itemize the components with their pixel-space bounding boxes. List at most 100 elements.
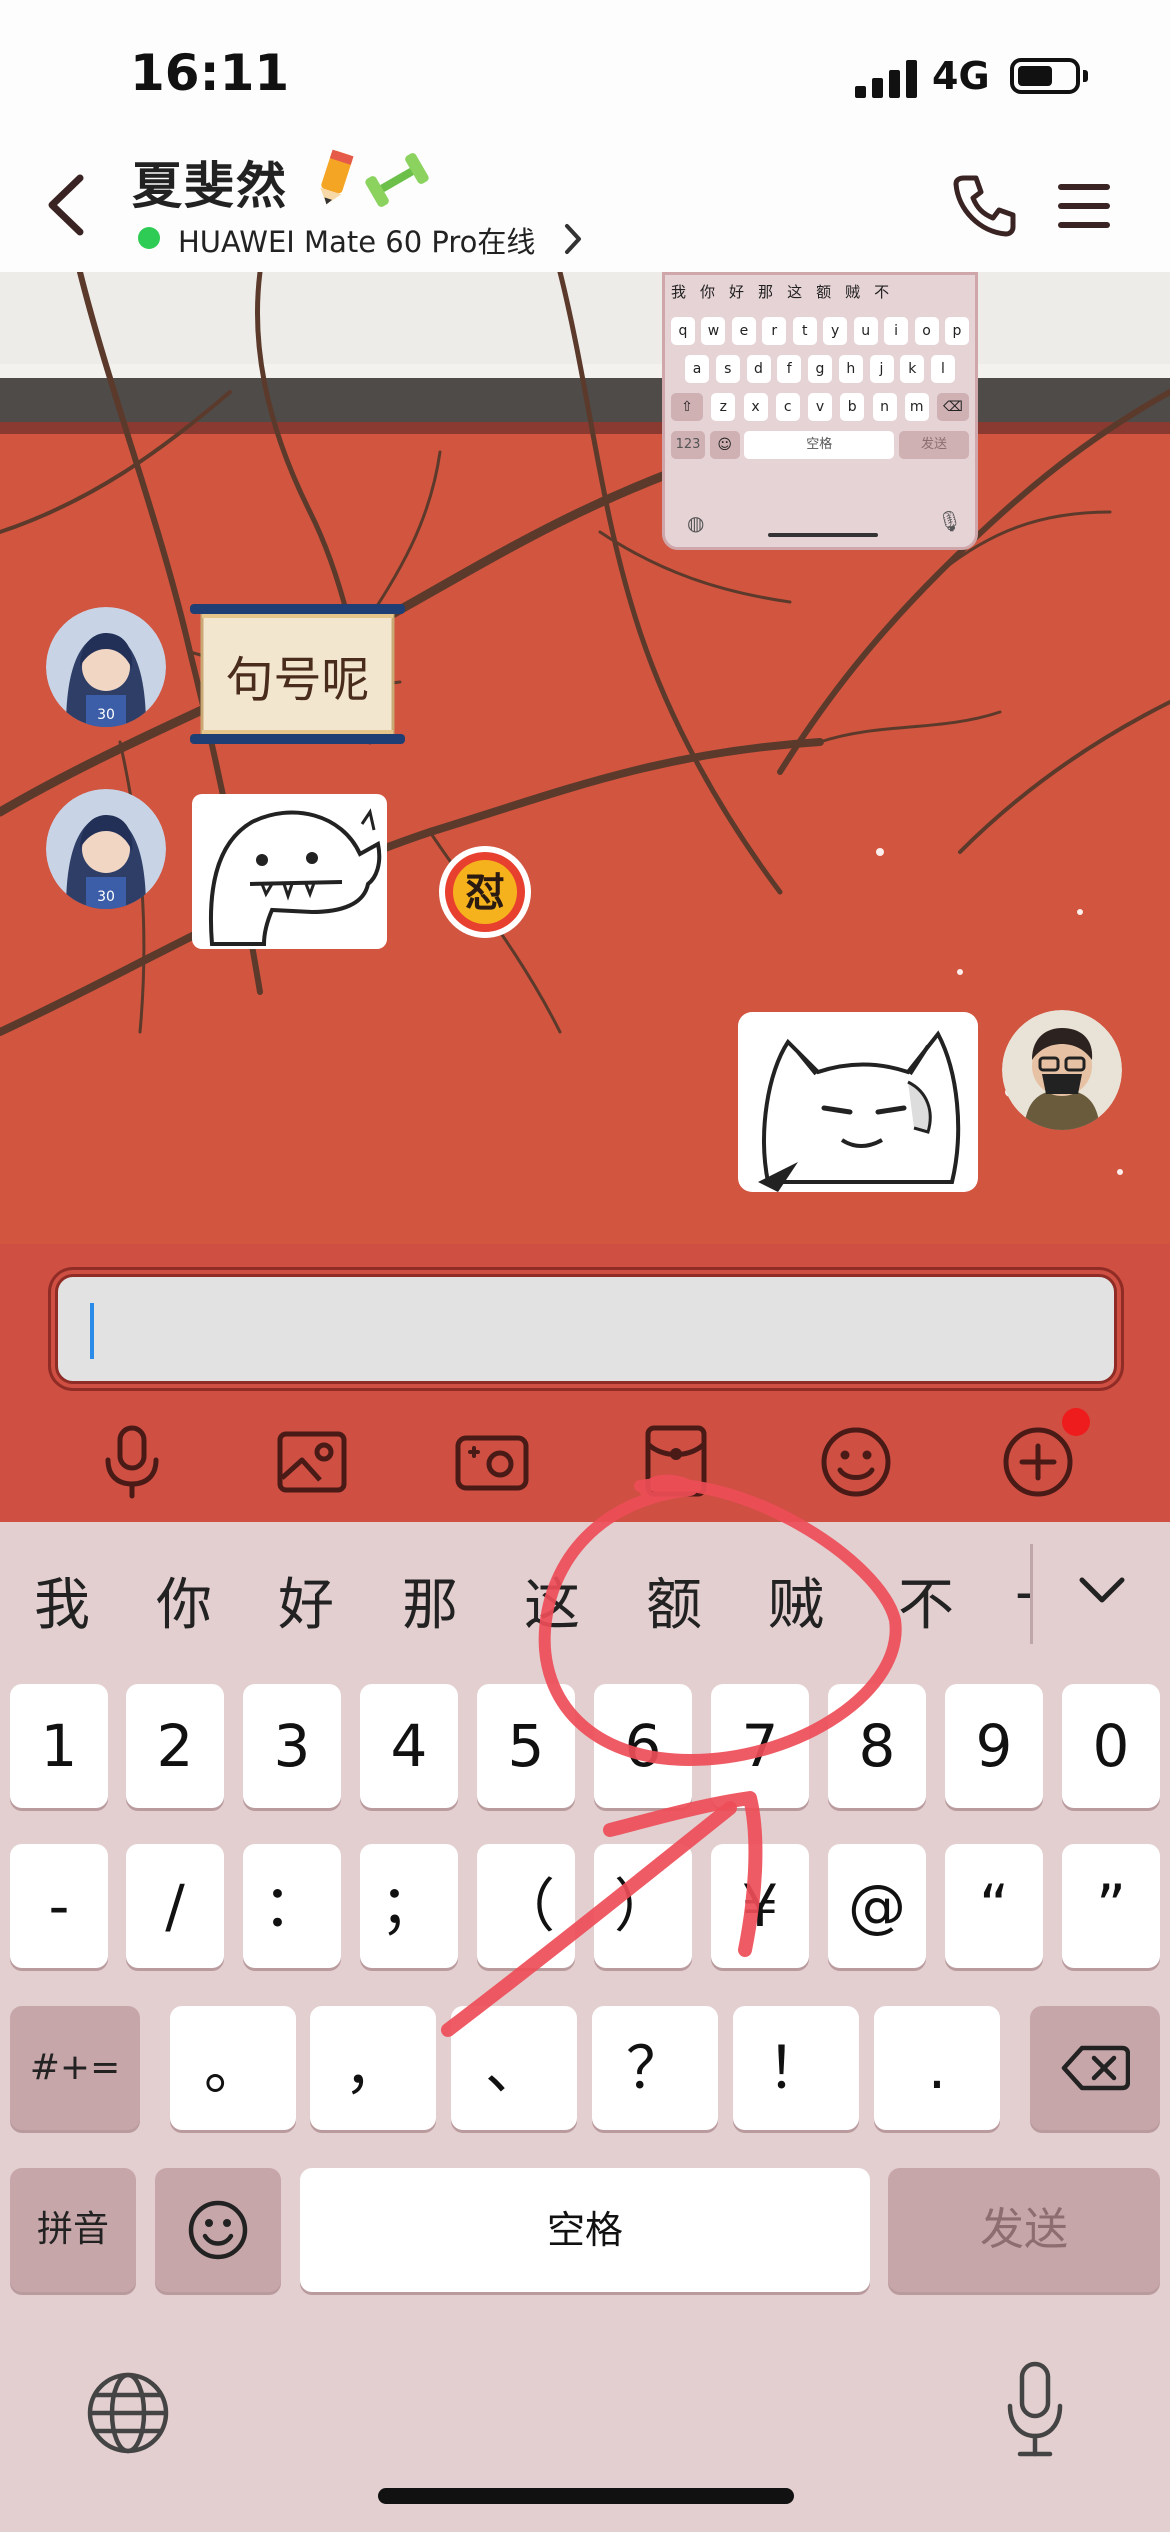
- menu-button[interactable]: [1058, 184, 1110, 228]
- candidate-word[interactable]: 我: [34, 1560, 90, 1641]
- emoji-key[interactable]: [155, 2168, 281, 2292]
- contact-avatar[interactable]: 30: [46, 789, 166, 909]
- mini-key: w: [701, 317, 726, 345]
- candidate-word[interactable]: 那: [402, 1560, 458, 1641]
- key-left-paren[interactable]: （: [477, 1844, 575, 1968]
- key-1[interactable]: 1: [10, 1684, 108, 1808]
- call-button[interactable]: [950, 170, 1020, 240]
- pinyin-key[interactable]: 拼音: [10, 2168, 136, 2292]
- key-hyphen[interactable]: -: [10, 1844, 108, 1968]
- key-colon[interactable]: ：: [243, 1844, 341, 1968]
- angry-reaction-badge[interactable]: 怼: [437, 844, 533, 940]
- chevron-left-icon: [48, 174, 84, 236]
- red-packet-button[interactable]: [636, 1422, 716, 1502]
- space-key[interactable]: 空格: [300, 2168, 870, 2292]
- key-slash[interactable]: /: [126, 1844, 224, 1968]
- pencil-icon: [320, 149, 354, 205]
- key-9[interactable]: 9: [945, 1684, 1043, 1808]
- key-7[interactable]: 7: [711, 1684, 809, 1808]
- mini-key: x: [743, 393, 768, 421]
- battery-tip: [1083, 70, 1088, 82]
- mini-key: i: [884, 317, 909, 345]
- key-at[interactable]: @: [828, 1844, 926, 1968]
- my-avatar[interactable]: [1002, 1010, 1122, 1130]
- mini-key: d: [746, 355, 771, 383]
- candidate-word[interactable]: 额: [646, 1560, 702, 1641]
- chevron-right-icon[interactable]: [562, 222, 584, 256]
- key-4[interactable]: 4: [360, 1684, 458, 1808]
- scroll-sticker[interactable]: 句号呢: [190, 604, 405, 744]
- candidate-word[interactable]: 这: [524, 1560, 580, 1641]
- cat-sticker-icon: [758, 1030, 961, 1192]
- key-enum-comma[interactable]: 、: [451, 2006, 577, 2130]
- mini-candidate: 这: [787, 283, 803, 301]
- key-semicolon[interactable]: ；: [360, 1844, 458, 1968]
- mini-key: y: [823, 317, 848, 345]
- delete-key[interactable]: [1030, 2006, 1160, 2130]
- mini-globe-icon: ◍: [687, 511, 705, 535]
- candidate-word[interactable]: 你: [156, 1560, 212, 1641]
- chat-header: 夏斐然 HUAWEI Mate 60 Pro在线: [0, 140, 1170, 272]
- key-yen[interactable]: ¥: [711, 1844, 809, 1968]
- mini-candidate: 那: [758, 283, 774, 301]
- contact-name[interactable]: 夏斐然: [132, 146, 288, 218]
- send-key[interactable]: 发送: [888, 2168, 1160, 2292]
- mini-key: f: [777, 355, 802, 383]
- message-composer: [0, 1244, 1170, 1522]
- key-period-cn[interactable]: 。: [170, 2006, 296, 2130]
- mini-key: b: [840, 393, 865, 421]
- key-right-quote[interactable]: ”: [1062, 1844, 1160, 1968]
- more-button[interactable]: [998, 1422, 1078, 1502]
- contact-avatar[interactable]: 30: [46, 607, 166, 727]
- dictation-button[interactable]: [1000, 2360, 1070, 2460]
- candidate-divider: [1030, 1544, 1033, 1644]
- photo-button[interactable]: [272, 1422, 352, 1502]
- mini-key: v: [808, 393, 832, 421]
- mini-key: h: [838, 355, 863, 383]
- key-2[interactable]: 2: [126, 1684, 224, 1808]
- key-right-paren[interactable]: ）: [594, 1844, 692, 1968]
- cat-sticker[interactable]: [738, 1012, 978, 1192]
- mini-key: k: [900, 355, 925, 383]
- key-question[interactable]: ？: [592, 2006, 718, 2130]
- emoji-button[interactable]: [816, 1422, 896, 1502]
- symbols-toggle-key[interactable]: #+=: [10, 2006, 140, 2130]
- key-8[interactable]: 8: [828, 1684, 926, 1808]
- phone-icon: [953, 175, 1016, 237]
- candidate-word[interactable]: 好: [278, 1560, 334, 1641]
- key-5[interactable]: 5: [477, 1684, 575, 1808]
- dinosaur-sticker[interactable]: [192, 794, 387, 949]
- key-3[interactable]: 3: [243, 1684, 341, 1808]
- key-left-quote[interactable]: “: [945, 1844, 1043, 1968]
- chat-message-area[interactable]: [0, 272, 1170, 1244]
- network-type: 4G: [932, 54, 990, 98]
- notification-dot: [1062, 1408, 1090, 1436]
- mini-key: t: [792, 317, 817, 345]
- key-6[interactable]: 6: [594, 1684, 692, 1808]
- battery-icon: [1010, 58, 1080, 94]
- svg-text:30: 30: [97, 889, 115, 905]
- mini-key: l: [931, 355, 955, 383]
- mini-key: z: [711, 393, 736, 421]
- keyboard-screenshot-image[interactable]: 我 你 好 那 这 额 贼 不 q w e r t y u i o p a s …: [662, 272, 978, 550]
- image-icon: [277, 1431, 347, 1493]
- key-exclamation[interactable]: ！: [733, 2006, 859, 2130]
- home-indicator: [378, 2488, 794, 2504]
- mini-key: j: [869, 355, 894, 383]
- collapse-keyboard-button[interactable]: [1072, 1560, 1132, 1620]
- key-comma-cn[interactable]: ，: [310, 2006, 436, 2130]
- candidate-word[interactable]: 贼: [768, 1560, 824, 1641]
- mini-key: c: [775, 393, 800, 421]
- device-status[interactable]: HUAWEI Mate 60 Pro在线: [178, 219, 535, 261]
- mini-shift-icon: ⇧: [671, 393, 703, 421]
- camera-button[interactable]: [452, 1422, 532, 1502]
- emoji-icon: [821, 1427, 891, 1497]
- key-dot[interactable]: .: [874, 2006, 1000, 2130]
- switch-keyboard-button[interactable]: [82, 2367, 174, 2459]
- message-input[interactable]: [55, 1274, 1117, 1384]
- voice-button[interactable]: [92, 1422, 172, 1502]
- candidate-word[interactable]: 不: [898, 1560, 954, 1641]
- back-button[interactable]: [38, 170, 98, 240]
- key-0[interactable]: 0: [1062, 1684, 1160, 1808]
- mini-candidate: 不: [874, 283, 890, 301]
